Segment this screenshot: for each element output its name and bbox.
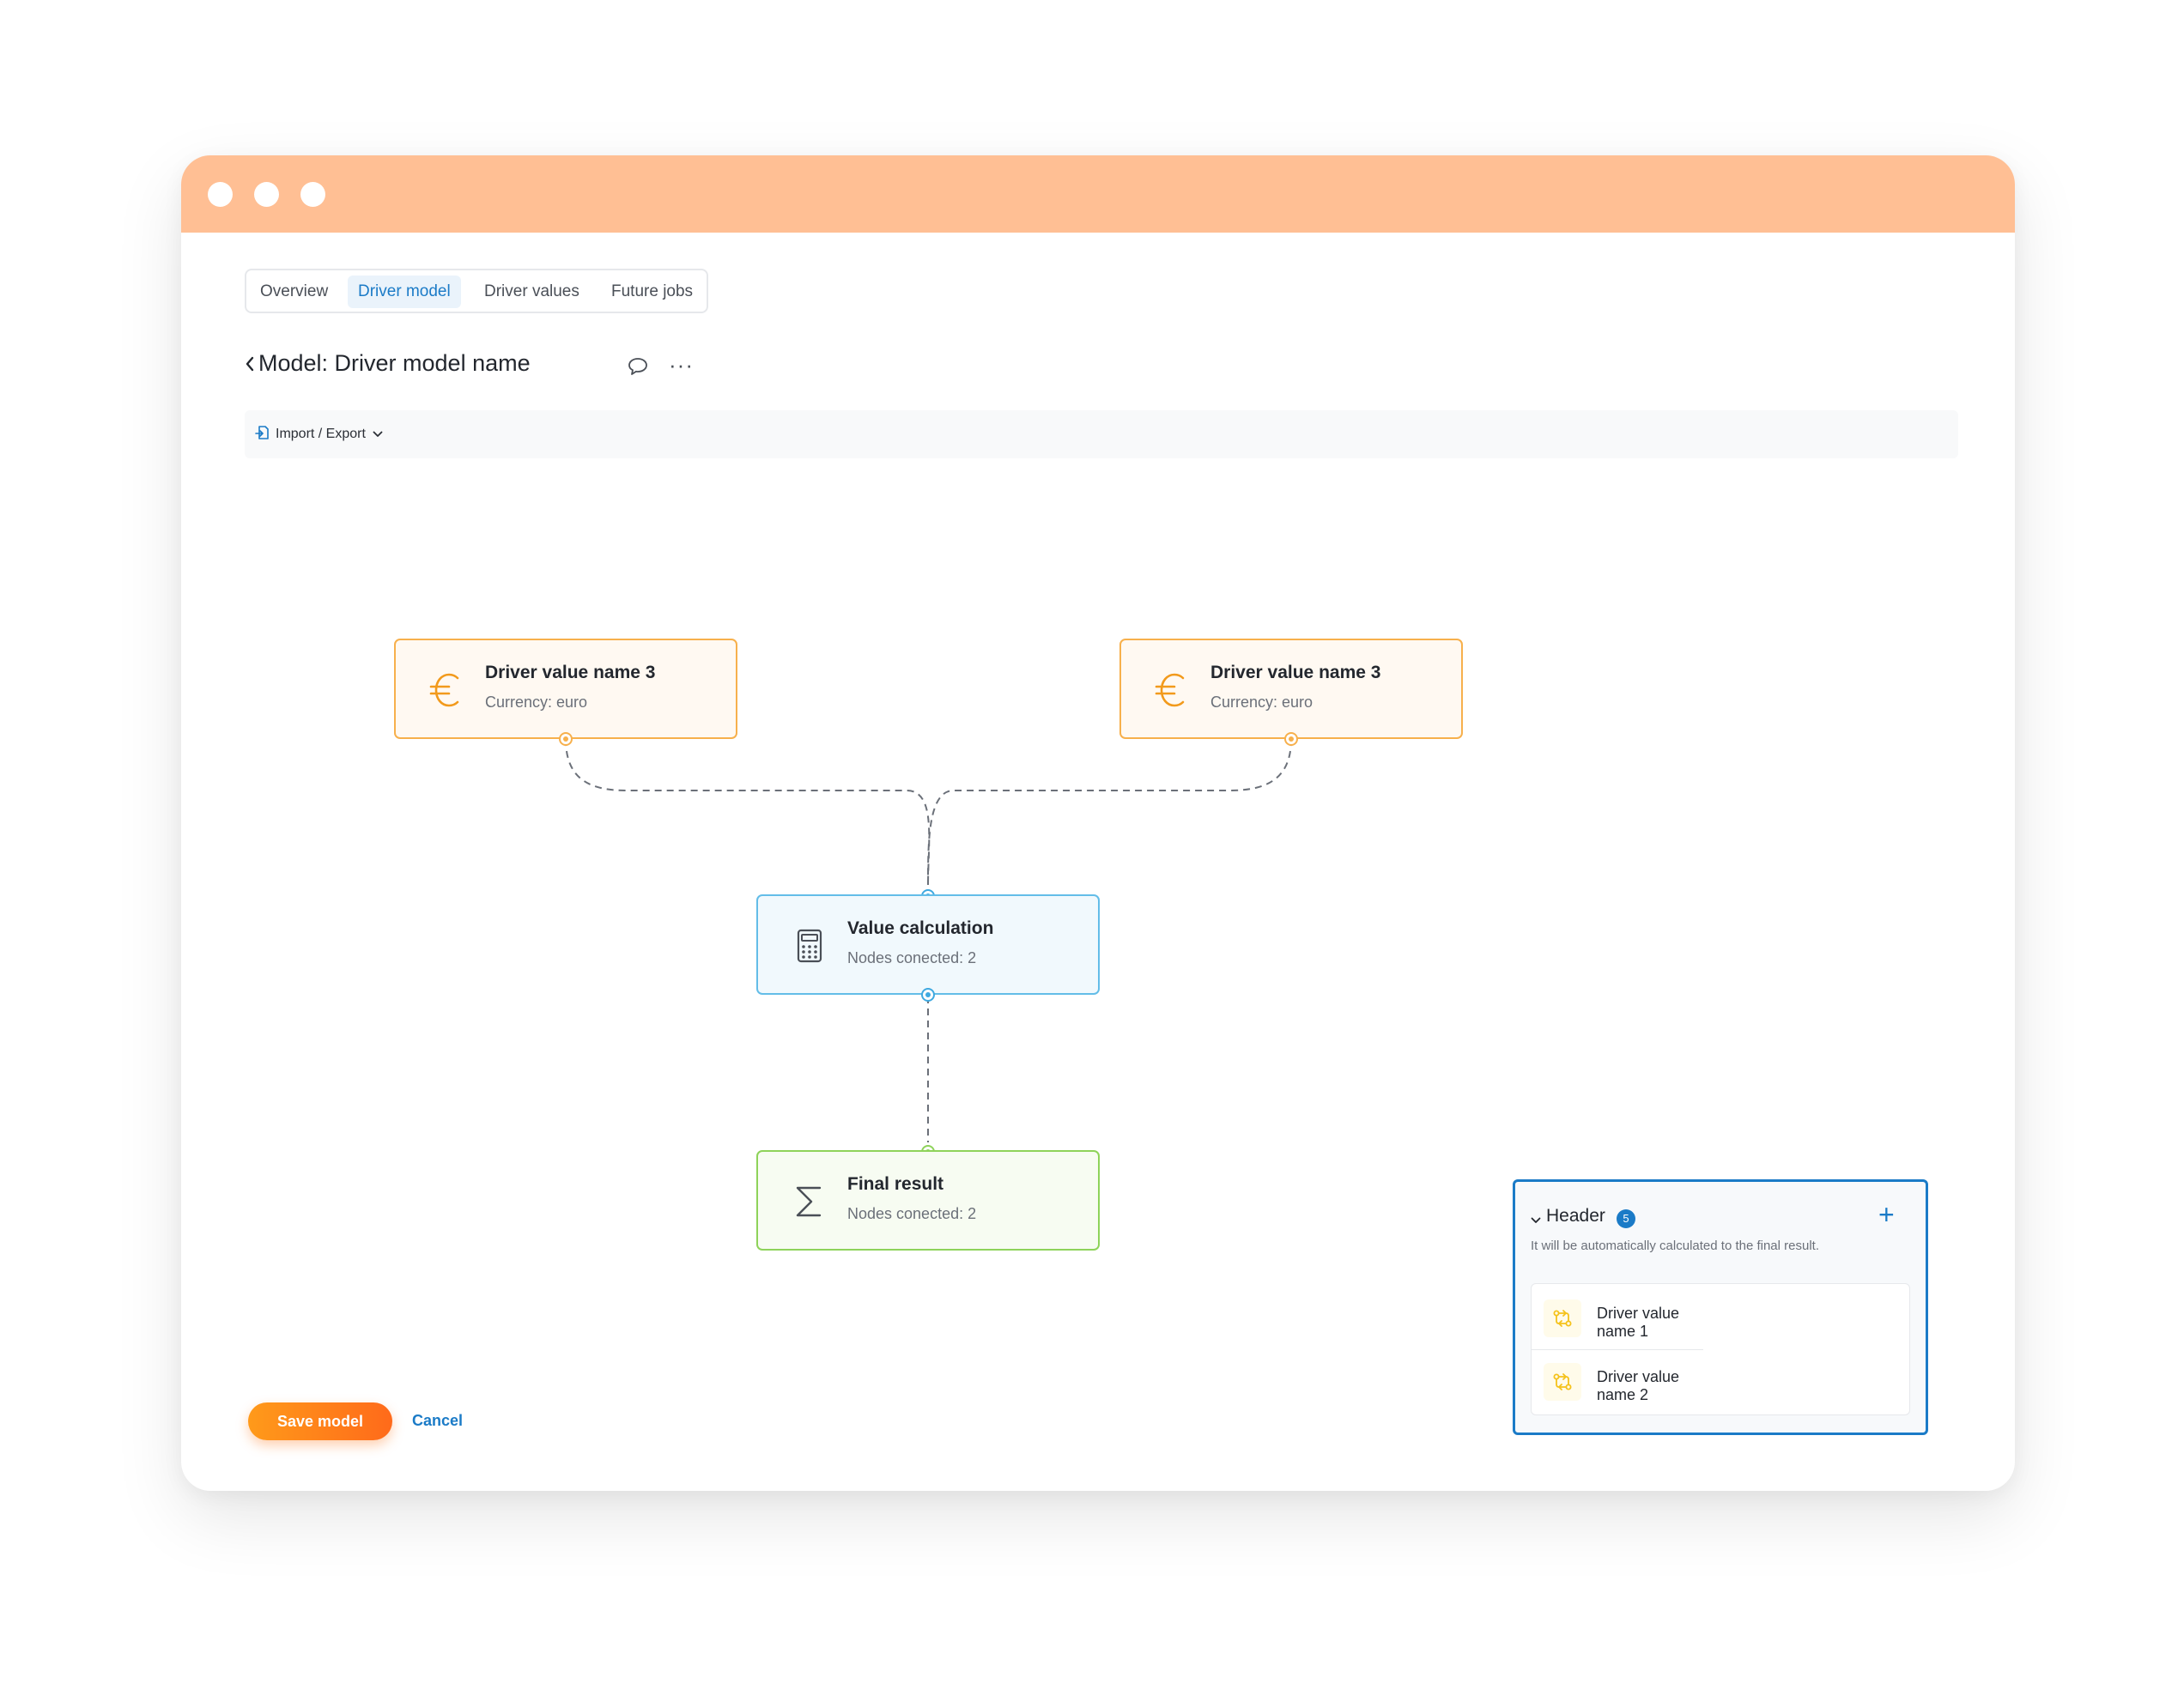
connector-right-driver xyxy=(927,738,1292,886)
app-window: Overview Driver model Driver values Futu… xyxy=(181,155,2015,1491)
node-title: Driver value name 3 xyxy=(485,663,656,682)
panel-title: Header xyxy=(1546,1206,1605,1226)
node-subtitle: Nodes conected: 2 xyxy=(847,1205,977,1222)
node-title: Value calculation xyxy=(847,918,994,938)
cancel-button[interactable]: Cancel xyxy=(412,1412,463,1430)
driver-value-icon xyxy=(1544,1299,1581,1337)
chevron-down-icon[interactable] xyxy=(1531,1213,1541,1228)
output-port[interactable] xyxy=(559,732,573,746)
driver-node-right[interactable]: Driver value name 3 Currency: euro xyxy=(1119,639,1463,739)
euro-icon xyxy=(1154,671,1192,709)
node-subtitle: Currency: euro xyxy=(485,694,588,711)
header-panel: Header 5 + It will be automatically calc… xyxy=(1513,1179,1928,1435)
list-item-label: Driver value name 2 xyxy=(1597,1368,1680,1403)
output-port[interactable] xyxy=(921,988,935,1002)
save-model-button[interactable]: Save model xyxy=(248,1402,392,1440)
list-item-label: Driver value name 1 xyxy=(1597,1305,1680,1340)
output-port[interactable] xyxy=(1284,732,1298,746)
value-calculation-node[interactable]: Value calculation Nodes conected: 2 xyxy=(756,894,1100,995)
panel-description: It will be automatically calculated to t… xyxy=(1531,1239,1819,1253)
list-item[interactable]: Driver value name 1 xyxy=(1532,1287,1703,1350)
euro-icon xyxy=(428,671,466,709)
count-badge: 5 xyxy=(1617,1209,1635,1228)
final-result-node[interactable]: Final result Nodes conected: 2 xyxy=(756,1150,1100,1251)
node-subtitle: Nodes conected: 2 xyxy=(847,949,977,966)
node-title: Driver value name 3 xyxy=(1210,663,1381,682)
node-title: Final result xyxy=(847,1174,944,1194)
node-subtitle: Currency: euro xyxy=(1210,694,1313,711)
add-icon[interactable]: + xyxy=(1878,1201,1895,1228)
connector-left-driver xyxy=(565,738,931,886)
sigma-icon xyxy=(791,1183,828,1221)
driver-node-left[interactable]: Driver value name 3 Currency: euro xyxy=(394,639,737,739)
calculator-icon xyxy=(791,927,828,965)
driver-value-list: Driver value name 1 Driver value name 2 xyxy=(1531,1283,1910,1415)
driver-value-icon xyxy=(1544,1363,1581,1401)
list-item[interactable]: Driver value name 2 xyxy=(1532,1351,1703,1413)
